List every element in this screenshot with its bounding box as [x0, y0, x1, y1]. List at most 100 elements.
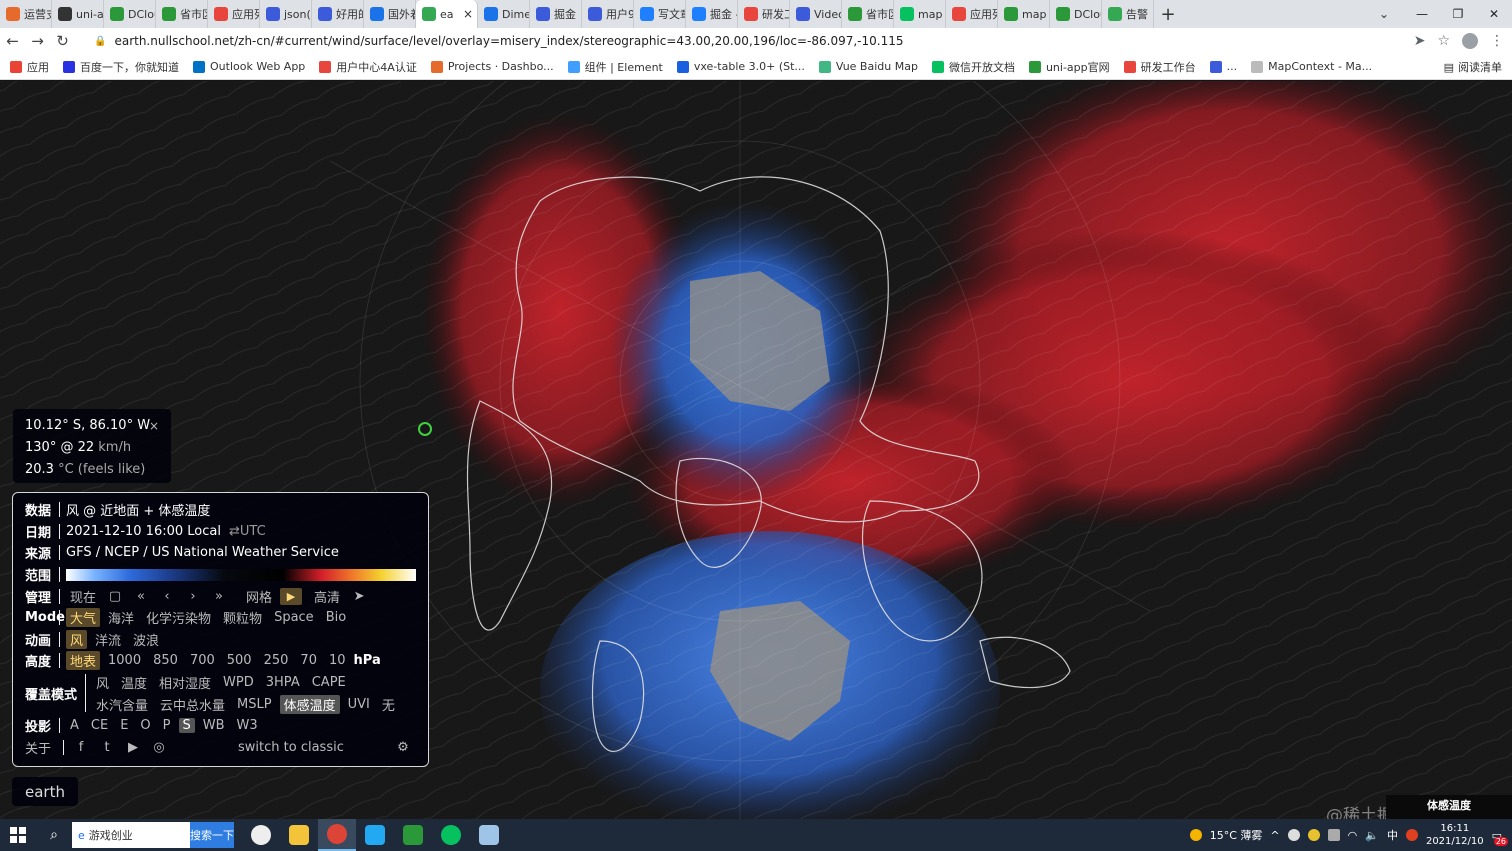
- tray-app-icon-2[interactable]: [1307, 829, 1320, 841]
- send-icon[interactable]: ➤: [1414, 33, 1426, 49]
- bookmark-item[interactable]: MapContext - Ma...: [1251, 60, 1372, 73]
- bookmark-item[interactable]: vxe-table 3.0+ (St...: [676, 60, 805, 73]
- mode-particulates[interactable]: 颗粒物: [219, 608, 266, 627]
- bookmark-item[interactable]: 用户中心4A认证: [319, 59, 417, 75]
- grid-toggle[interactable]: 网格: [242, 587, 276, 606]
- overlay-3hpa[interactable]: 3HPA: [262, 675, 304, 690]
- location-marker[interactable]: [418, 422, 432, 436]
- overlay-temp[interactable]: 温度: [117, 673, 151, 692]
- browser-tab[interactable]: 运营支: [0, 0, 52, 28]
- temp-unit[interactable]: °C (feels like): [58, 462, 145, 477]
- overlay-wind[interactable]: 风: [92, 673, 113, 692]
- overlay-tcw[interactable]: 云中总水量: [156, 695, 229, 714]
- proj-wb[interactable]: WB: [199, 718, 229, 733]
- browser-tab[interactable]: map: [998, 0, 1050, 28]
- taskbar-app-explorer[interactable]: [280, 819, 318, 851]
- battery-icon[interactable]: [1327, 829, 1340, 841]
- overlay-uvi[interactable]: UVI: [344, 697, 374, 712]
- overlay-misery-index[interactable]: 体感温度: [279, 694, 340, 714]
- wind-unit[interactable]: km/h: [98, 440, 131, 455]
- switch-classic-link[interactable]: switch to classic: [234, 740, 348, 755]
- taskbar-search-input[interactable]: e 游戏创业: [72, 822, 190, 848]
- taskbar-search-icon[interactable]: ⌕: [36, 819, 72, 851]
- mode-chem[interactable]: 化学污染物: [142, 608, 215, 627]
- sogou-icon[interactable]: [1405, 829, 1418, 841]
- browser-menu-icon[interactable]: ⋮: [1490, 33, 1504, 49]
- taskbar-app-notes[interactable]: [470, 819, 508, 851]
- browser-tab[interactable]: uni-a: [52, 0, 104, 28]
- instagram-icon[interactable]: ◎: [148, 740, 170, 755]
- ime-indicator[interactable]: 中: [1387, 827, 1398, 843]
- hd-toggle[interactable]: 高清: [310, 587, 344, 606]
- browser-tab[interactable]: map: [894, 0, 946, 28]
- browser-tab[interactable]: 研发工: [738, 0, 790, 28]
- back-button[interactable]: ←: [0, 28, 25, 54]
- proj-w3[interactable]: W3: [233, 718, 262, 733]
- height-10[interactable]: 10: [325, 653, 350, 668]
- browser-tab[interactable]: 好用的: [312, 0, 364, 28]
- youtube-icon[interactable]: ▶: [122, 740, 144, 755]
- fast-forward-button[interactable]: »: [208, 589, 230, 604]
- about-link[interactable]: 关于: [25, 738, 59, 757]
- weather-text[interactable]: 15°C 薄雾: [1210, 827, 1263, 843]
- animate-waves[interactable]: 波浪: [129, 630, 163, 649]
- restore-button[interactable]: ❐: [1440, 0, 1476, 28]
- profile-avatar[interactable]: [1462, 33, 1478, 49]
- notification-center-icon[interactable]: ▭ 26: [1492, 829, 1508, 846]
- height-700[interactable]: 700: [186, 653, 219, 668]
- overlay-humidity[interactable]: 相对湿度: [155, 673, 215, 692]
- overlay-cape[interactable]: CAPE: [308, 675, 350, 690]
- proj-o[interactable]: O: [136, 718, 154, 733]
- bookmark-item[interactable]: Projects · Dashbo...: [430, 60, 554, 73]
- animate-currents[interactable]: 洋流: [91, 630, 125, 649]
- step-forward-button[interactable]: ›: [182, 589, 204, 604]
- browser-tab[interactable]: 掘金 -: [686, 0, 738, 28]
- overlay-wpd[interactable]: WPD: [219, 675, 258, 690]
- height-surface[interactable]: 地表: [66, 651, 101, 671]
- new-tab-button[interactable]: +: [1154, 0, 1182, 28]
- proj-s[interactable]: S: [178, 718, 195, 734]
- utc-toggle[interactable]: ⇄UTC: [229, 524, 266, 539]
- color-scale-bar[interactable]: [66, 568, 416, 581]
- bookmark-item[interactable]: ...: [1209, 60, 1237, 73]
- mode-atmosphere[interactable]: 大气: [66, 608, 101, 628]
- play-button[interactable]: ▶: [280, 587, 303, 605]
- overlay-none[interactable]: 无: [378, 695, 399, 714]
- browser-tab[interactable]: Dime: [478, 0, 530, 28]
- now-button[interactable]: 现在: [66, 587, 100, 606]
- mode-bio[interactable]: Bio: [322, 610, 350, 625]
- overlay-tpw[interactable]: 水汽含量: [92, 695, 152, 714]
- height-850[interactable]: 850: [149, 653, 182, 668]
- reading-list-button[interactable]: ▤ 阅读清单: [1444, 54, 1502, 80]
- fast-back-button[interactable]: «: [130, 589, 152, 604]
- browser-tab[interactable]: 用户9: [582, 0, 634, 28]
- browser-tab[interactable]: 应用列: [208, 0, 260, 28]
- taskbar-app-chat[interactable]: [242, 819, 280, 851]
- bookmark-item[interactable]: 应用: [10, 59, 49, 75]
- proj-e[interactable]: E: [116, 718, 132, 733]
- tray-app-icon[interactable]: [1287, 829, 1300, 841]
- animate-wind[interactable]: 风: [66, 629, 88, 649]
- browser-tab[interactable]: 省市区: [156, 0, 208, 28]
- taskbar-search-button[interactable]: 搜索一下: [190, 822, 234, 848]
- browser-tab[interactable]: json(: [260, 0, 312, 28]
- bookmark-star-icon[interactable]: ☆: [1437, 33, 1450, 49]
- height-500[interactable]: 500: [223, 653, 256, 668]
- minimize-button[interactable]: —: [1404, 0, 1440, 28]
- start-button[interactable]: [0, 819, 36, 851]
- locate-icon[interactable]: ➤: [348, 589, 370, 604]
- address-bar[interactable]: 🔒 earth.nullschool.net/zh-cn/#current/wi…: [86, 30, 1452, 52]
- overlay-mslp[interactable]: MSLP: [233, 697, 276, 712]
- bookmark-item[interactable]: 组件 | Element: [567, 59, 663, 75]
- browser-tab[interactable]: 告警: [1102, 0, 1154, 28]
- browser-tab[interactable]: 写文章: [634, 0, 686, 28]
- twitter-icon[interactable]: t: [96, 740, 118, 755]
- height-70[interactable]: 70: [296, 653, 321, 668]
- tray-expand-icon[interactable]: ^: [1270, 829, 1279, 842]
- proj-ce[interactable]: CE: [87, 718, 112, 733]
- taskbar-app-wechat[interactable]: [432, 819, 470, 851]
- mode-space[interactable]: Space: [270, 610, 318, 625]
- tab-close-icon[interactable]: ×: [463, 7, 473, 21]
- height-1000[interactable]: 1000: [104, 653, 145, 668]
- mode-ocean[interactable]: 海洋: [104, 608, 138, 627]
